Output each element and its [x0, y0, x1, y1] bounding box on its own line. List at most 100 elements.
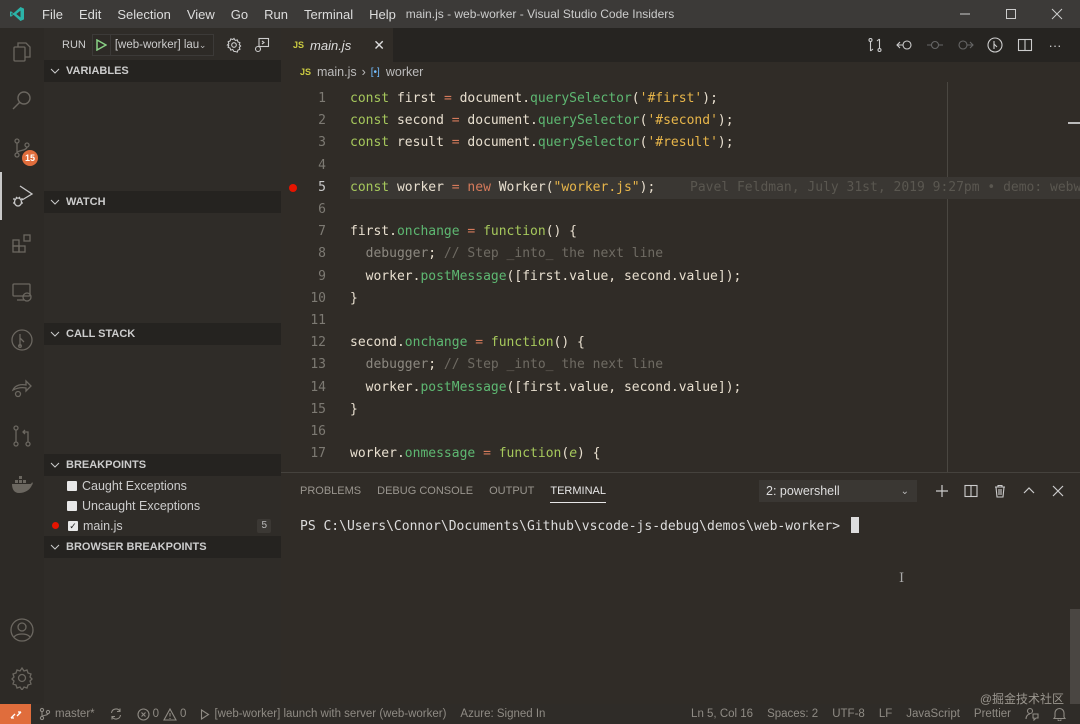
panel-scrollbar[interactable] — [1070, 609, 1080, 705]
close-panel-button[interactable] — [1043, 484, 1072, 498]
code-line[interactable]: 3const result = document.querySelector('… — [281, 132, 1080, 154]
code-line[interactable]: 12second.onchange = function() { — [281, 332, 1080, 354]
code-line[interactable]: 7first.onchange = function() { — [281, 221, 1080, 243]
error-count: 0 — [153, 708, 159, 720]
split-terminal-button[interactable] — [956, 484, 985, 498]
code-line[interactable]: 10} — [281, 288, 1080, 310]
tab-problems[interactable]: PROBLEMS — [300, 473, 361, 509]
chevron-down-icon — [48, 197, 62, 207]
code-line[interactable]: 5const worker = new Worker("worker.js");… — [281, 177, 1080, 199]
section-breakpoints[interactable]: BREAKPOINTS — [44, 454, 281, 476]
feedback-button[interactable] — [1025, 707, 1039, 721]
activity-live-share[interactable] — [0, 364, 44, 412]
activity-accounts[interactable] — [0, 606, 44, 654]
indentation[interactable]: Spaces: 2 — [767, 708, 818, 720]
tab-output[interactable]: OUTPUT — [489, 473, 534, 509]
previous-revision-button[interactable] — [890, 37, 920, 53]
debug-console-button[interactable] — [254, 37, 270, 53]
chevron-right-icon: › — [362, 65, 366, 79]
breadcrumb-symbol[interactable]: worker — [386, 65, 424, 79]
debug-console-icon — [254, 37, 270, 53]
code-line[interactable]: 2const second = document.querySelector('… — [281, 110, 1080, 132]
checkbox[interactable] — [67, 481, 77, 491]
more-actions-button[interactable]: ··· — [1040, 38, 1070, 53]
code-line[interactable]: 15} — [281, 399, 1080, 421]
terminal-output[interactable]: PS C:\Users\Connor\Documents\Github\vsco… — [300, 517, 859, 534]
menu-file[interactable]: File — [34, 7, 71, 22]
activity-remote-explorer[interactable] — [0, 268, 44, 316]
source-control-badge: 15 — [22, 150, 38, 166]
code-line[interactable]: 6 — [281, 199, 1080, 221]
terminal-select[interactable]: 2: powershell ⌄ — [759, 480, 917, 502]
language-mode[interactable]: JavaScript — [906, 708, 960, 720]
problems-indicator[interactable]: 0 0 — [137, 708, 187, 721]
section-browser-breakpoints[interactable]: BROWSER BREAKPOINTS — [44, 536, 281, 558]
breakpoint-main-js[interactable]: ✓ main.js 5 — [44, 516, 281, 536]
code-editor[interactable]: 1const first = document.querySelector('#… — [281, 82, 1080, 472]
code-line[interactable]: 4 — [281, 155, 1080, 177]
breadcrumb-file[interactable]: main.js — [317, 65, 357, 79]
activity-run-debug[interactable] — [0, 172, 44, 220]
remote-indicator-button[interactable] — [0, 704, 31, 724]
section-variables[interactable]: VARIABLES — [44, 60, 281, 82]
activity-manage[interactable] — [0, 654, 44, 702]
activity-docker[interactable] — [0, 460, 44, 508]
tab-main-js[interactable]: JS main.js ✕ — [281, 28, 393, 62]
code-line[interactable]: 14 worker.postMessage([first.value, seco… — [281, 377, 1080, 399]
close-window-button[interactable] — [1034, 0, 1080, 28]
activity-search[interactable] — [0, 76, 44, 124]
open-launch-json-button[interactable] — [226, 37, 242, 53]
code-line[interactable]: 1const first = document.querySelector('#… — [281, 88, 1080, 110]
checkbox-checked[interactable]: ✓ — [68, 521, 78, 531]
tab-terminal[interactable]: TERMINAL — [550, 473, 606, 509]
menu-go[interactable]: Go — [223, 7, 256, 22]
menu-view[interactable]: View — [179, 7, 223, 22]
menu-help[interactable]: Help — [361, 7, 404, 22]
tab-debug-console[interactable]: DEBUG CONSOLE — [377, 473, 473, 509]
azure-status[interactable]: Azure: Signed In — [460, 708, 545, 720]
sync-button[interactable] — [109, 707, 123, 721]
search-icon — [10, 88, 34, 112]
tab-label: main.js — [310, 38, 351, 53]
activity-gitlens[interactable] — [0, 316, 44, 364]
launch-config-select[interactable]: [web-worker] laur ⌄ — [92, 34, 214, 56]
code-line[interactable]: 13 debugger; // Step _into_ the next lin… — [281, 354, 1080, 376]
split-editor-button[interactable] — [1010, 37, 1040, 53]
formatter-status[interactable]: Prettier — [974, 708, 1011, 720]
gitlens-blame-button[interactable] — [980, 37, 1010, 53]
activity-source-control[interactable]: 15 — [0, 124, 44, 172]
open-changes-button[interactable] — [860, 37, 890, 53]
kill-terminal-button[interactable] — [985, 484, 1014, 498]
code-line[interactable]: 9 worker.postMessage([first.value, secon… — [281, 266, 1080, 288]
maximize-panel-button[interactable] — [1014, 484, 1043, 498]
code-line[interactable]: 17worker.onmessage = function(e) { — [281, 443, 1080, 465]
activity-pull-requests[interactable] — [0, 412, 44, 460]
close-tab-button[interactable]: ✕ — [373, 37, 385, 54]
next-revision-button[interactable] — [950, 37, 980, 53]
activity-extensions[interactable] — [0, 220, 44, 268]
code-line[interactable]: 16 — [281, 421, 1080, 443]
menu-run[interactable]: Run — [256, 7, 296, 22]
section-watch[interactable]: WATCH — [44, 191, 281, 213]
branch-indicator[interactable]: master* — [39, 707, 95, 721]
activity-explorer[interactable] — [0, 28, 44, 76]
maximize-button[interactable] — [988, 0, 1034, 28]
new-terminal-button[interactable] — [927, 484, 956, 498]
start-debugging-button[interactable] — [93, 35, 111, 55]
encoding[interactable]: UTF-8 — [832, 708, 865, 720]
minimize-button[interactable] — [942, 0, 988, 28]
cursor-position[interactable]: Ln 5, Col 16 — [691, 708, 753, 720]
debug-config-indicator[interactable]: [web-worker] launch with server (web-wor… — [200, 708, 446, 720]
menu-selection[interactable]: Selection — [109, 7, 178, 22]
code-line[interactable]: 8 debugger; // Step _into_ the next line — [281, 243, 1080, 265]
code-line[interactable]: 11 — [281, 310, 1080, 332]
breakpoint-uncaught-exceptions[interactable]: Uncaught Exceptions — [44, 496, 281, 516]
breakpoint-caught-exceptions[interactable]: Caught Exceptions — [44, 476, 281, 496]
end-of-line[interactable]: LF — [879, 708, 892, 720]
menu-terminal[interactable]: Terminal — [296, 7, 361, 22]
notifications-button[interactable] — [1053, 707, 1066, 721]
section-call-stack[interactable]: CALL STACK — [44, 323, 281, 345]
current-revision-button[interactable] — [920, 37, 950, 53]
menu-edit[interactable]: Edit — [71, 7, 109, 22]
checkbox[interactable] — [67, 501, 77, 511]
